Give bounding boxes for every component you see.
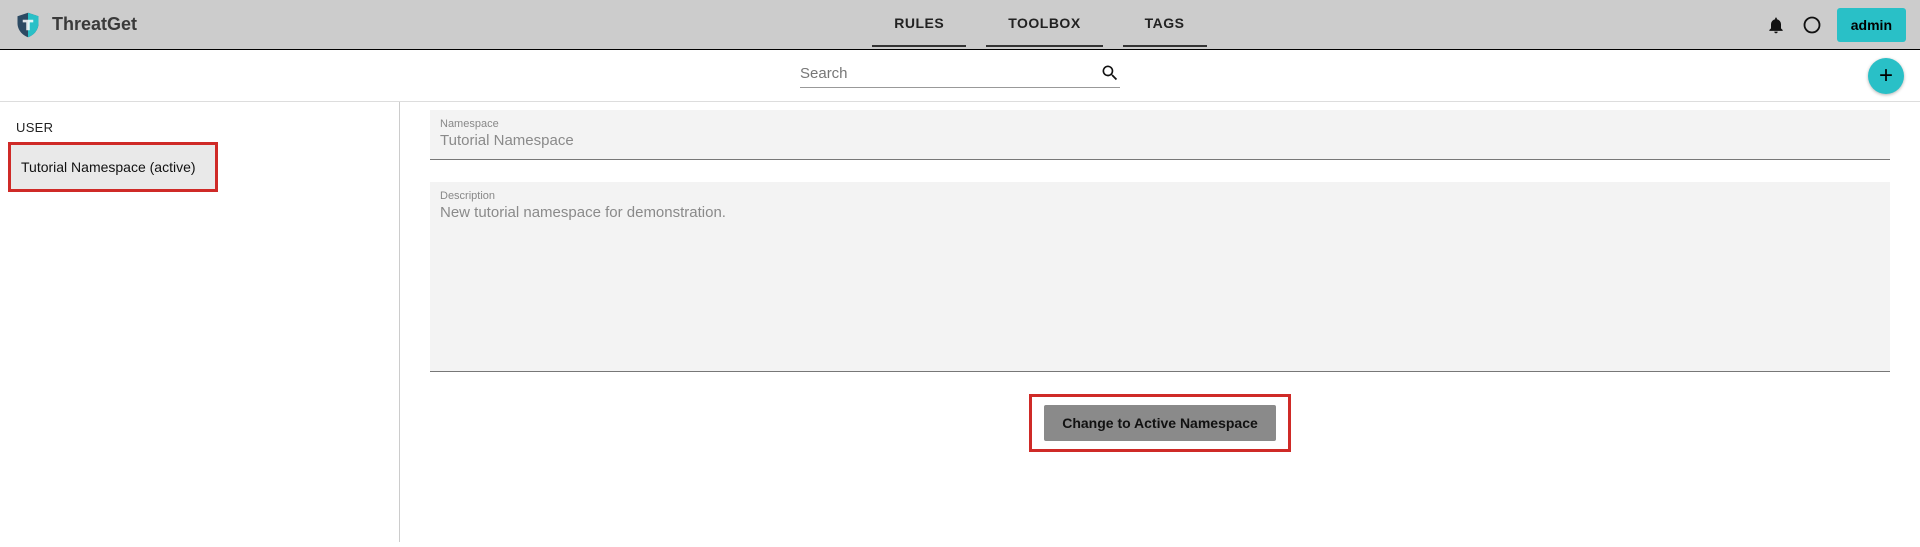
action-highlight-box: Change to Active Namespace [1029,394,1291,452]
main-area: USER Tutorial Namespace (active) Namespa… [0,102,1920,542]
search-input[interactable] [800,65,1094,82]
description-field-value: New tutorial namespace for demonstration… [440,204,1880,221]
action-row: Change to Active Namespace [430,394,1890,452]
top-nav: RULES TOOLBOX TAGS [314,3,1765,47]
search-field[interactable] [800,63,1120,88]
namespace-field-value: Tutorial Namespace [440,132,1880,149]
brand-name: ThreatGet [52,14,137,35]
brand-block: ThreatGet [14,11,314,39]
plus-icon: + [1879,64,1893,88]
description-field-label: Description [440,190,1880,202]
nav-tab-tags[interactable]: TAGS [1123,3,1207,47]
nav-tab-rules[interactable]: RULES [872,3,966,47]
change-active-namespace-button[interactable]: Change to Active Namespace [1044,405,1276,441]
brand-logo-icon [14,11,42,39]
sidebar: USER Tutorial Namespace (active) [0,102,400,542]
sub-toolbar: + [0,50,1920,102]
sidebar-item-wrapper: Tutorial Namespace (active) [0,145,399,189]
status-circle-icon[interactable] [1801,14,1823,36]
namespace-field-label: Namespace [440,118,1880,130]
header-right: admin [1765,8,1906,42]
app-header: ThreatGet RULES TOOLBOX TAGS admin [0,0,1920,50]
description-field[interactable]: Description New tutorial namespace for d… [430,182,1890,372]
notifications-icon[interactable] [1765,14,1787,36]
search-icon[interactable] [1100,63,1120,83]
namespace-field[interactable]: Namespace Tutorial Namespace [430,110,1890,160]
add-button[interactable]: + [1868,58,1904,94]
sidebar-item-namespace[interactable]: Tutorial Namespace (active) [8,142,218,192]
nav-tab-toolbox[interactable]: TOOLBOX [986,3,1102,47]
content-panel: Namespace Tutorial Namespace Description… [400,102,1920,542]
user-menu-button[interactable]: admin [1837,8,1906,42]
